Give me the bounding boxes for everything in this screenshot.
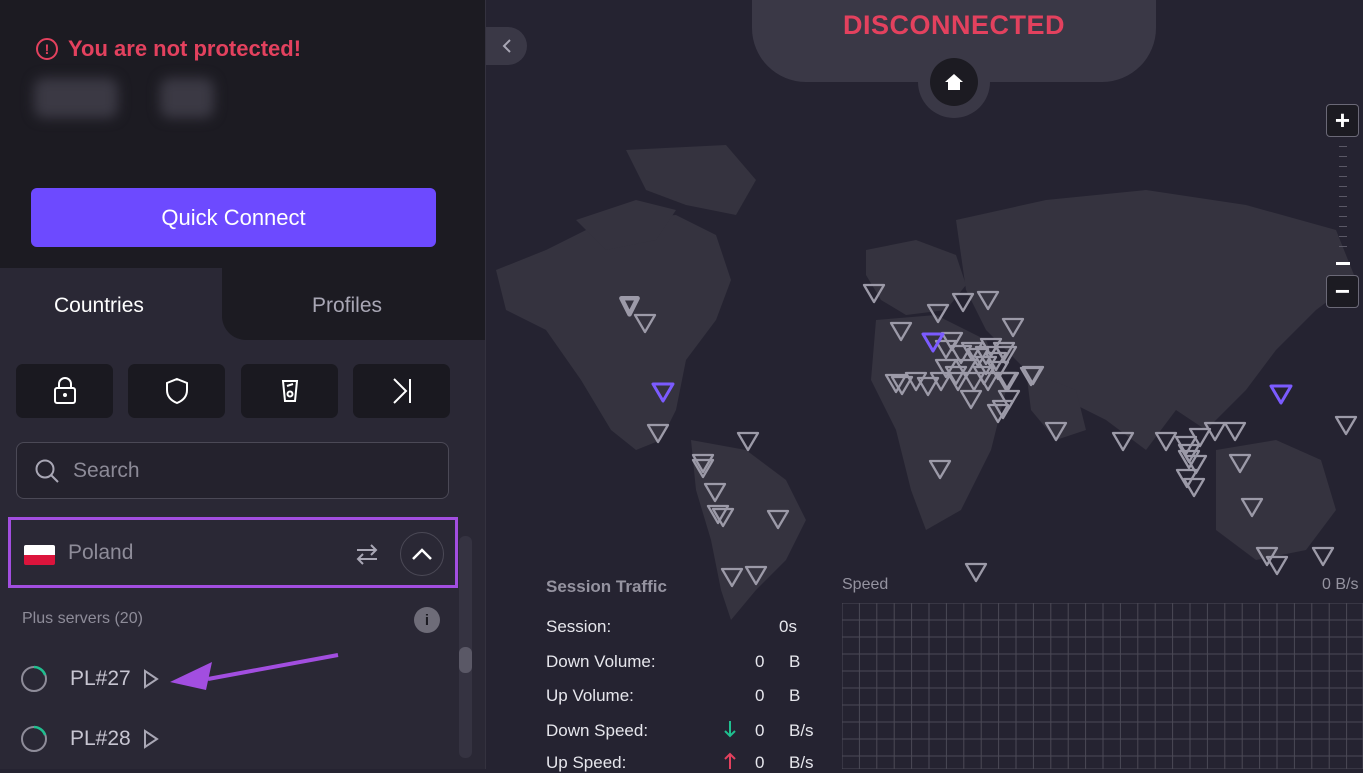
server-load-icon	[21, 725, 47, 752]
search-placeholder: Search	[73, 458, 140, 482]
server-marker	[1311, 546, 1335, 567]
lock-icon	[53, 377, 76, 404]
traffic-label: Down Volume:	[546, 652, 656, 671]
server-load-icon	[21, 665, 47, 692]
alert-icon: !	[36, 38, 58, 60]
p2p-filter-button[interactable]	[353, 364, 450, 418]
search-icon	[35, 459, 59, 483]
server-marker	[1223, 421, 1247, 442]
connect-play-icon[interactable]	[143, 669, 159, 689]
server-marker	[1001, 317, 1025, 338]
server-markers	[619, 283, 1358, 588]
tab-countries[interactable]: Countries	[54, 294, 144, 318]
traffic-label: Up Speed:	[546, 753, 627, 772]
reconnect-icon[interactable]	[354, 541, 380, 567]
zoom-scale	[1339, 146, 1347, 256]
zoom-out-button[interactable]: −	[1326, 275, 1359, 308]
protection-warning: ! You are not protected!	[36, 36, 301, 62]
poland-flag-icon	[24, 545, 55, 565]
server-marker	[1154, 431, 1178, 452]
server-marker	[1111, 431, 1135, 452]
info-icon[interactable]: i	[414, 607, 440, 633]
speed-graph-unit: 0 B/s	[1322, 576, 1359, 593]
session-traffic-title: Session Traffic	[546, 577, 667, 596]
traffic-unit: B	[789, 652, 801, 671]
zoom-level-indicator	[1336, 262, 1350, 265]
server-marker	[633, 313, 657, 334]
server-marker	[1334, 415, 1358, 436]
country-name: Poland	[68, 541, 134, 564]
skip-forward-icon	[392, 378, 411, 404]
server-marker	[744, 565, 768, 586]
scrollbar-thumb[interactable]	[459, 647, 472, 673]
blurred-ip-address	[34, 78, 118, 118]
chevron-left-icon	[502, 39, 511, 53]
zoom-in-button[interactable]: +	[1326, 104, 1359, 137]
server-marker	[1228, 453, 1252, 474]
netshield-filter-button[interactable]	[128, 364, 225, 418]
connection-status: DISCONNECTED	[842, 10, 1065, 40]
country-row-poland[interactable]: Poland	[8, 517, 458, 588]
traffic-label: Down Speed:	[546, 721, 649, 740]
annotation-arrow	[170, 653, 339, 690]
traffic-unit: B/s	[789, 753, 814, 772]
up-arrow-icon	[724, 752, 736, 769]
speed-graph-label: Speed	[842, 576, 889, 593]
search-input[interactable]: Search	[16, 442, 449, 499]
server-marker	[736, 431, 760, 452]
collapse-sidebar-button[interactable]	[486, 27, 527, 65]
warning-text: You are not protected!	[68, 36, 302, 61]
server-name: PL#28	[70, 727, 131, 750]
collapse-country-button[interactable]	[400, 532, 444, 576]
traffic-value: 0s	[779, 617, 797, 636]
server-marker	[926, 303, 950, 324]
speed-graph	[842, 603, 1363, 769]
traffic-value: 0	[755, 686, 765, 705]
quick-connect-button[interactable]: Quick Connect	[31, 188, 436, 247]
connect-play-icon[interactable]	[143, 729, 159, 749]
server-group-label: Plus servers (20)	[22, 610, 143, 627]
traffic-label: Session:	[546, 617, 612, 636]
traffic-value: 0	[755, 753, 765, 772]
home-icon	[945, 74, 963, 90]
tor-onion-icon	[281, 380, 298, 402]
server-marker	[889, 321, 913, 342]
server-marker	[951, 292, 975, 313]
traffic-unit: B/s	[789, 721, 814, 740]
tab-profiles[interactable]: Profiles	[312, 294, 382, 318]
chevron-up-icon	[412, 548, 432, 560]
server-row[interactable]: PL#27	[20, 665, 159, 693]
server-marker	[928, 459, 952, 480]
server-marker	[1044, 421, 1068, 442]
server-marker	[976, 290, 1000, 311]
traffic-unit: B	[789, 686, 801, 705]
server-marker	[646, 423, 670, 444]
server-marker	[691, 458, 715, 479]
server-marker	[862, 283, 886, 304]
server-marker	[720, 567, 744, 588]
shield-icon	[165, 377, 188, 405]
home-button[interactable]	[930, 58, 978, 106]
tor-filter-button[interactable]	[241, 364, 338, 418]
server-row[interactable]: PL#28	[20, 725, 159, 753]
server-marker	[1240, 497, 1264, 518]
traffic-label: Up Volume:	[546, 686, 634, 705]
server-marker	[964, 562, 988, 583]
server-marker	[959, 389, 983, 410]
server-marker	[703, 482, 727, 503]
blurred-location	[160, 78, 214, 118]
secure-core-filter-button[interactable]	[16, 364, 113, 418]
down-arrow-icon	[724, 721, 736, 738]
traffic-value: 0	[755, 652, 765, 671]
traffic-value: 0	[755, 721, 765, 740]
server-marker	[766, 509, 790, 530]
server-name: PL#27	[70, 667, 131, 690]
